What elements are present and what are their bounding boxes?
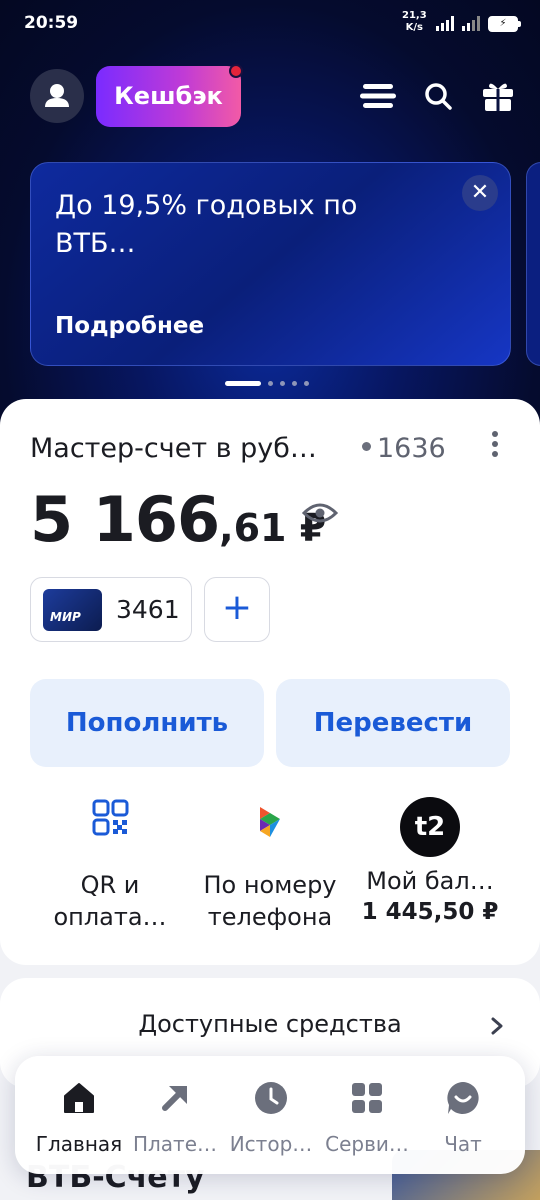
account-name[interactable]: Мастер-счет в руб… <box>30 433 350 464</box>
linked-card[interactable]: МИР 3461 <box>30 577 192 642</box>
eye-icon[interactable] <box>302 501 338 525</box>
next-promo-card[interactable] <box>526 162 540 366</box>
promo-more-link[interactable]: Подробнее <box>55 313 204 339</box>
account-number: 1636 <box>362 433 446 464</box>
mir-card-icon: МИР <box>43 589 102 631</box>
add-card-button[interactable]: + <box>204 577 270 642</box>
qr-payment-action[interactable]: QR и оплата… <box>30 797 190 933</box>
topup-button[interactable]: Пополнить <box>30 679 264 767</box>
payments-arrow-icon <box>162 1086 187 1111</box>
nav-services[interactable]: Серви… <box>317 1056 417 1174</box>
nav-chat-label: Чат <box>444 1132 482 1156</box>
card-brand-label: МИР <box>50 610 81 624</box>
cashback-label: Кешбэк <box>114 82 223 110</box>
signal-icon <box>436 16 480 31</box>
account-card: Мастер-счет в руб… 1636 5 166,61 ₽ МИР 3… <box>0 399 540 965</box>
nav-chat[interactable]: Чат <box>413 1056 513 1174</box>
chevron-right-icon <box>491 1017 503 1035</box>
bottom-navigation: Главная Плате… Истор… Серви… Чат <box>15 1056 525 1174</box>
profile-button[interactable] <box>30 69 84 123</box>
promo-title: До 19,5% годовых по ВТБ… <box>55 190 358 259</box>
battery-icon: ⚡ <box>488 16 521 32</box>
grid-icon <box>352 1083 382 1113</box>
available-funds-label: Доступные средства <box>138 1010 402 1038</box>
carousel-dot <box>292 381 297 386</box>
notification-dot <box>229 64 243 78</box>
gift-icon[interactable] <box>478 76 518 116</box>
mobile-balance-value: 1 445,50 ₽ <box>361 899 499 925</box>
transfer-button[interactable]: Перевести <box>276 679 510 767</box>
mobile-action-label: Мой бал… 1 445,50 ₽ <box>350 865 510 927</box>
carousel-dot <box>268 381 273 386</box>
qr-code-icon <box>92 799 129 836</box>
balance-integer: 5 166 <box>30 483 220 556</box>
phone-action-label: По номеру телефона <box>203 871 337 931</box>
sbp-icon <box>260 807 280 837</box>
home-icon <box>64 1083 94 1113</box>
card-last-digits: 3461 <box>116 595 180 624</box>
nav-payments[interactable]: Плате… <box>125 1056 225 1174</box>
search-icon[interactable] <box>418 76 458 116</box>
more-options-icon[interactable] <box>485 431 505 461</box>
network-speed-unit: K/s <box>405 22 424 33</box>
network-speed: 21,3 K/s <box>402 10 427 34</box>
phone-transfer-action[interactable]: По номеру телефона <box>190 797 350 933</box>
menu-icon[interactable] <box>358 76 398 116</box>
operator-logo-icon: t2 <box>400 797 460 857</box>
bullet-icon <box>362 442 371 451</box>
account-balance: 5 166,61 ₽ <box>30 483 326 556</box>
close-icon[interactable]: ✕ <box>462 175 498 211</box>
carousel-dot <box>304 381 309 386</box>
carousel-dot <box>280 381 285 386</box>
status-time: 20:59 <box>24 13 79 33</box>
promo-banner[interactable]: До 19,5% годовых по ВТБ… Подробнее ✕ <box>30 162 511 366</box>
nav-services-label: Серви… <box>325 1132 409 1156</box>
nav-home-label: Главная <box>35 1132 123 1156</box>
qr-action-label: QR и оплата… <box>53 871 167 931</box>
account-number-value: 1636 <box>377 433 446 464</box>
clock-icon <box>255 1082 287 1114</box>
nav-home[interactable]: Главная <box>29 1056 129 1174</box>
cashback-button[interactable]: Кешбэк <box>96 64 243 127</box>
nav-payments-label: Плате… <box>132 1132 218 1156</box>
nav-history[interactable]: Истор… <box>221 1056 321 1174</box>
carousel-dot-active <box>225 381 261 386</box>
chat-icon <box>447 1082 479 1114</box>
nav-history-label: Истор… <box>229 1132 313 1156</box>
profile-icon <box>45 84 69 107</box>
network-speed-value: 21,3 <box>402 10 427 21</box>
mobile-balance-action[interactable]: t2 Мой бал… 1 445,50 ₽ <box>350 797 510 927</box>
status-bar: 20:59 21,3 K/s ⚡ <box>0 0 540 48</box>
